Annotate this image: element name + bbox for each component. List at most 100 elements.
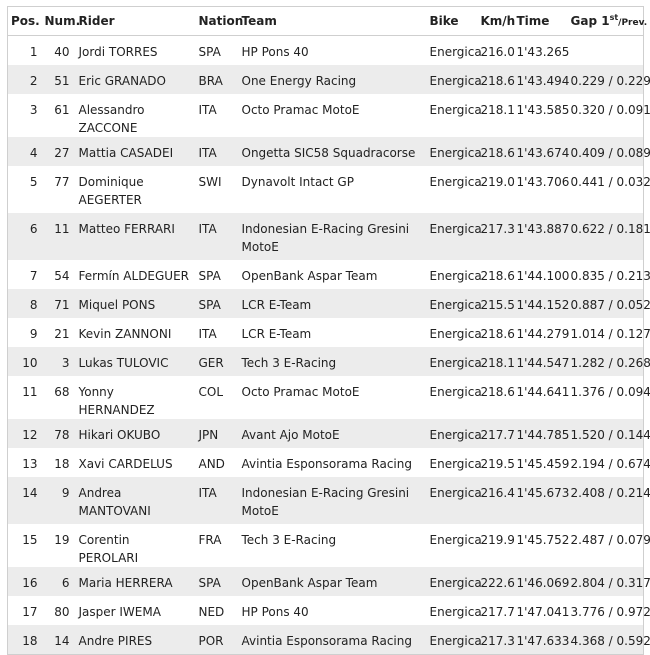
cell-kmh: 217.3 [477,213,515,260]
header-time: Time [513,6,568,36]
cell-num: 3 [41,347,76,376]
cell-bike: Energica [426,419,482,448]
cell-time: 1'45.673 [513,477,569,524]
cell-team: HP Pons 40 [241,45,309,59]
cell-time: 1'45.752 [516,533,570,547]
cell-rider: Mattia CASADEI [75,137,196,166]
cell-kmh: 217.7 [477,419,515,448]
cell-time: 1'47.633 [513,625,569,655]
cell-pos: 1 [29,45,38,59]
cell-time: 1'43.674 [513,137,569,166]
cell-rider: Alessandro ZACCONE [78,103,145,135]
cell-rider: Maria HERRERA [75,567,196,596]
cell-kmh: 217.7 [480,605,515,619]
cell-gap: 2.408 / 0.214 [567,477,650,524]
cell-kmh: 218.1 [480,103,515,117]
cell-num: 78 [41,419,76,448]
cell-rider: Xavi CARDELUS [78,457,173,471]
cell-kmh: 218.6 [477,65,515,94]
table-row: 2 51 Eric GRANADO BRA One Energy Racing Energ… [7,65,650,94]
cell-gap: 2.804 / 0.317 [567,567,650,596]
cell-kmh: 216.0 [480,45,515,59]
cell-bike: Energica [426,477,482,524]
cell-nation: SPA [198,269,221,283]
cell-team: Octo Pramac MotoE [241,385,360,399]
cell-num: 40 [54,45,70,59]
cell-num: 77 [54,175,70,189]
cell-kmh: 219.5 [480,457,515,471]
cell-bike: Energica [429,327,482,341]
header-row: Pos. Num. Rider Nation Team Bike Km/h Ti… [7,6,648,36]
cell-bike: Energica [429,103,482,117]
table-row: 4 27 Mattia CASADEI ITA Ongetta SIC58 Squadr… [7,137,650,166]
cell-team: HP Pons 40 [241,605,309,619]
cell-time: 1'44.279 [516,327,570,341]
cell-rider: Dominique AEGERTER [78,175,144,207]
cell-bike: Energica [426,289,482,318]
header-gap-label: Gap 1 [570,14,610,28]
cell-rider: Andre PIRES [75,625,196,655]
cell-rider: Andrea MANTOVANI [75,477,196,524]
cell-team: Tech 3 E-Racing [241,533,337,547]
cell-rider: Miquel PONS [75,289,196,318]
cell-team: LCR E-Team [241,327,312,341]
cell-pos: 12 [7,419,42,448]
cell-team: LCR E-Team [238,289,427,318]
cell-time: 1'44.641 [516,385,570,399]
cell-nation: SPA [195,567,239,596]
table-row: 5 77 Dominique AEGERTER SWI Dynavolt Intact … [8,166,650,213]
table-row: 12 78 Hikari OKUBO JPN Avant Ajo MotoE Energi… [7,419,650,448]
header-gap: Gap 1st/Prev. [567,6,648,36]
cell-num: 27 [41,137,76,166]
table-row: 8 71 Miquel PONS SPA LCR E-Team Energica 215.5… [7,289,650,318]
cell-time: 1'45.459 [516,457,570,471]
cell-gap: 0.229 / 0.229 [567,65,650,94]
cell-rider: Eric GRANADO [75,65,196,94]
cell-num: 19 [54,533,70,547]
header-nation: Nation [195,6,243,36]
header-num: Num. [41,6,80,36]
header-kmh: Km/h [477,6,515,36]
cell-pos: 2 [7,65,42,94]
table-row: 16 6 Maria HERRERA SPA OpenBank Aspar Team En… [7,567,650,596]
cell-bike: Energica [426,137,482,166]
cell-rider: Kevin ZANNONI [78,327,172,341]
table-row: 1 40 Jordi TORRES SPA HP Pons 40 Energica 216.… [8,36,644,66]
cell-time: 1'44.547 [513,347,569,376]
cell-gap: 0.887 / 0.052 [567,289,650,318]
table-row: 9 21 Kevin ZANNONI ITA LCR E-Team Energica 218… [8,318,650,347]
cell-kmh: 222.6 [477,567,515,596]
cell-bike: Energica [426,567,482,596]
cell-time: 1'43.706 [516,175,570,189]
cell-team: One Energy Racing [238,65,427,94]
cell-nation: ITA [198,103,217,117]
cell-rider: Hikari OKUBO [75,419,196,448]
table-row: 6 11 Matteo FERRARI ITA Indonesian E-Racing … [7,213,650,260]
cell-team: Indonesian E-Racing Gresini MotoE [238,213,427,260]
cell-num: 18 [54,457,70,471]
cell-pos: 7 [29,269,38,283]
cell-team: OpenBank Aspar Team [241,269,378,283]
cell-rider: Lukas TULOVIC [75,347,196,376]
cell-team: Ongetta SIC58 Squadracorse [238,137,427,166]
cell-nation: SWI [198,175,222,189]
cell-rider: Yonny HERNANDEZ [78,385,155,417]
header-bike: Bike [426,6,478,36]
cell-team: Avintia Esponsorama Racing [238,625,427,655]
cell-time: 1'44.152 [513,289,569,318]
header-gap-sup: st [609,13,619,22]
cell-gap: 1.282 / 0.268 [567,347,650,376]
cell-time: 1'43.585 [516,103,570,117]
header-gap-suffix: /Prev. [618,18,648,28]
cell-num: 9 [41,477,76,524]
cell-gap: 4.368 / 0.592 [567,625,650,655]
cell-rider: Fermín ALDEGUER [78,269,190,283]
cell-rider: Jordi TORRES [78,45,158,59]
cell-kmh: 217.3 [477,625,515,655]
cell-pos: 16 [7,567,42,596]
cell-num: 54 [54,269,70,283]
cell-kmh: 218.1 [477,347,515,376]
cell-nation: ITA [195,213,239,260]
header-rider: Rider [75,6,196,36]
table-row: 18 14 Andre PIRES POR Avintia Esponsorama Ra… [7,625,650,655]
